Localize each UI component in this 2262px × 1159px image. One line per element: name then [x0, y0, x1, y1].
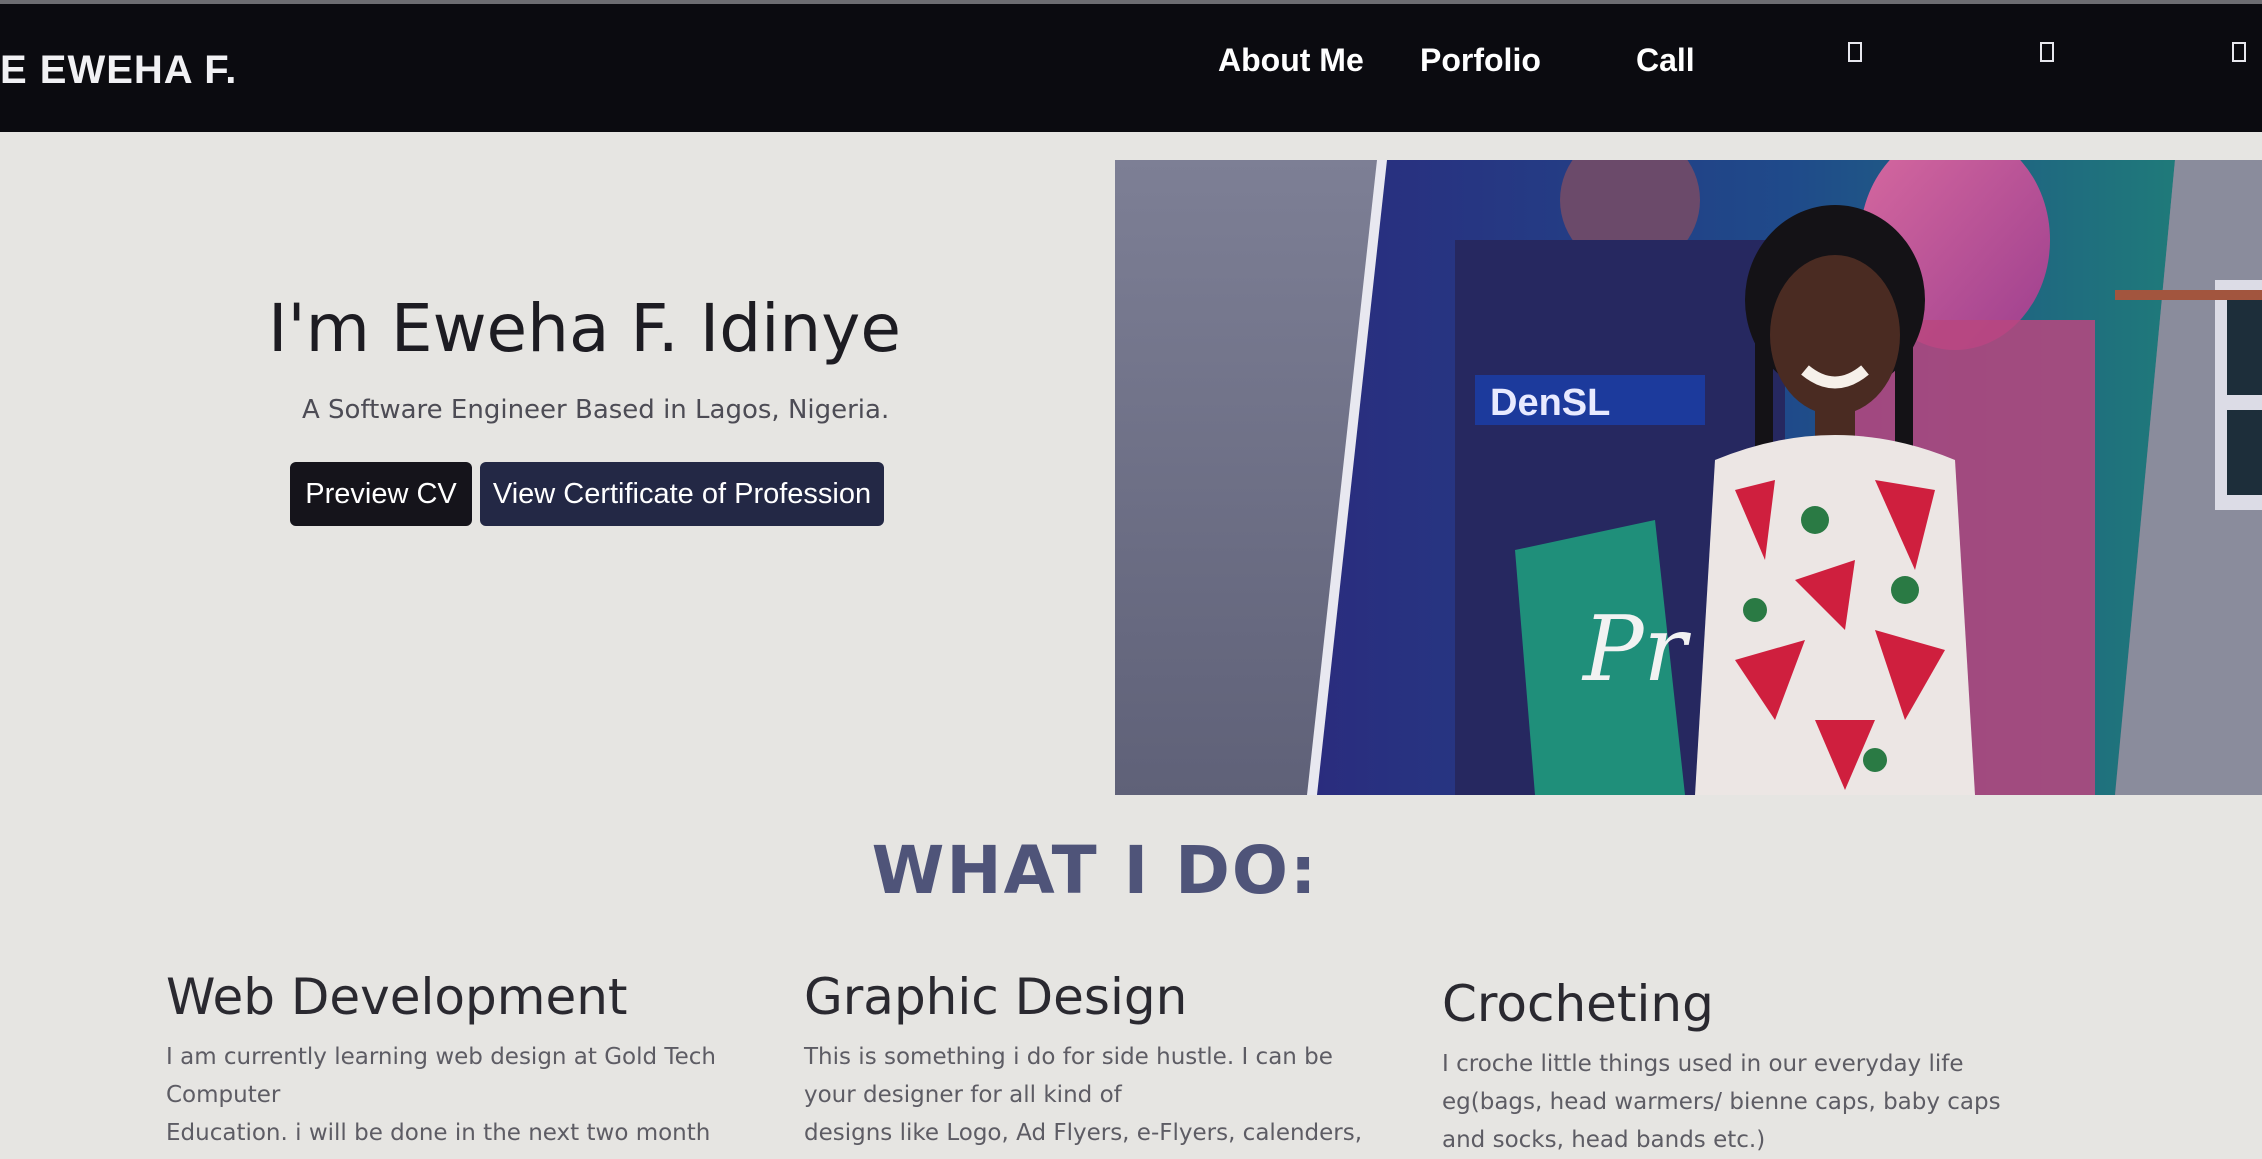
nav-link-call[interactable]: Call: [1636, 42, 1695, 79]
service-text: and socks, head bands etc.): [1442, 1127, 1766, 1153]
site-brand[interactable]: E EWEHA F.: [0, 48, 237, 93]
service-crocheting: Crocheting I croche little things used i…: [1442, 975, 2042, 1159]
nav-square-icon[interactable]: [2040, 42, 2054, 62]
nav-square-icon[interactable]: [2232, 42, 2246, 62]
service-title: Web Development: [166, 968, 628, 1026]
service-text: designs like Logo, Ad Flyers, e-Flyers, …: [804, 1120, 1363, 1146]
section-title-what-i-do: WHAT I DO:: [871, 832, 1319, 909]
service-graphic-design: Graphic Design This is something i do fo…: [804, 968, 1404, 1152]
hero-title: I'm Eweha F. Idinye: [268, 290, 901, 367]
service-text: eg(bags, head warmers/ bienne caps, baby…: [1442, 1089, 2001, 1115]
nav-square-icon[interactable]: [1848, 42, 1862, 62]
service-web-development: Web Development I am currently learning …: [166, 968, 766, 1152]
svg-text:Pr: Pr: [1581, 597, 1692, 702]
service-text: Computer: [166, 1082, 281, 1108]
hero-subtitle: A Software Engineer Based in Lagos, Nige…: [302, 395, 890, 425]
service-title: Crocheting: [1442, 975, 1714, 1033]
service-text: I croche little things used in our every…: [1442, 1051, 1964, 1077]
service-text: This is something i do for side hustle. …: [804, 1044, 1333, 1070]
nav-link-portfolio[interactable]: Porfolio: [1420, 42, 1541, 79]
service-title: Graphic Design: [804, 968, 1188, 1026]
service-text: Education. i will be done in the next tw…: [166, 1120, 711, 1146]
svg-text:DenSL: DenSL: [1490, 382, 1610, 424]
service-text: I am currently learning web design at Go…: [166, 1044, 716, 1070]
profile-photo: DenSL Pr: [1115, 160, 2262, 795]
top-navbar: E EWEHA F. About Me Porfolio Call: [0, 0, 2262, 132]
preview-cv-button[interactable]: Preview CV: [290, 462, 472, 526]
view-certificate-button[interactable]: View Certificate of Profession: [480, 462, 884, 526]
service-text: your designer for all kind of: [804, 1082, 1122, 1108]
nav-link-about-me[interactable]: About Me: [1218, 42, 1364, 79]
